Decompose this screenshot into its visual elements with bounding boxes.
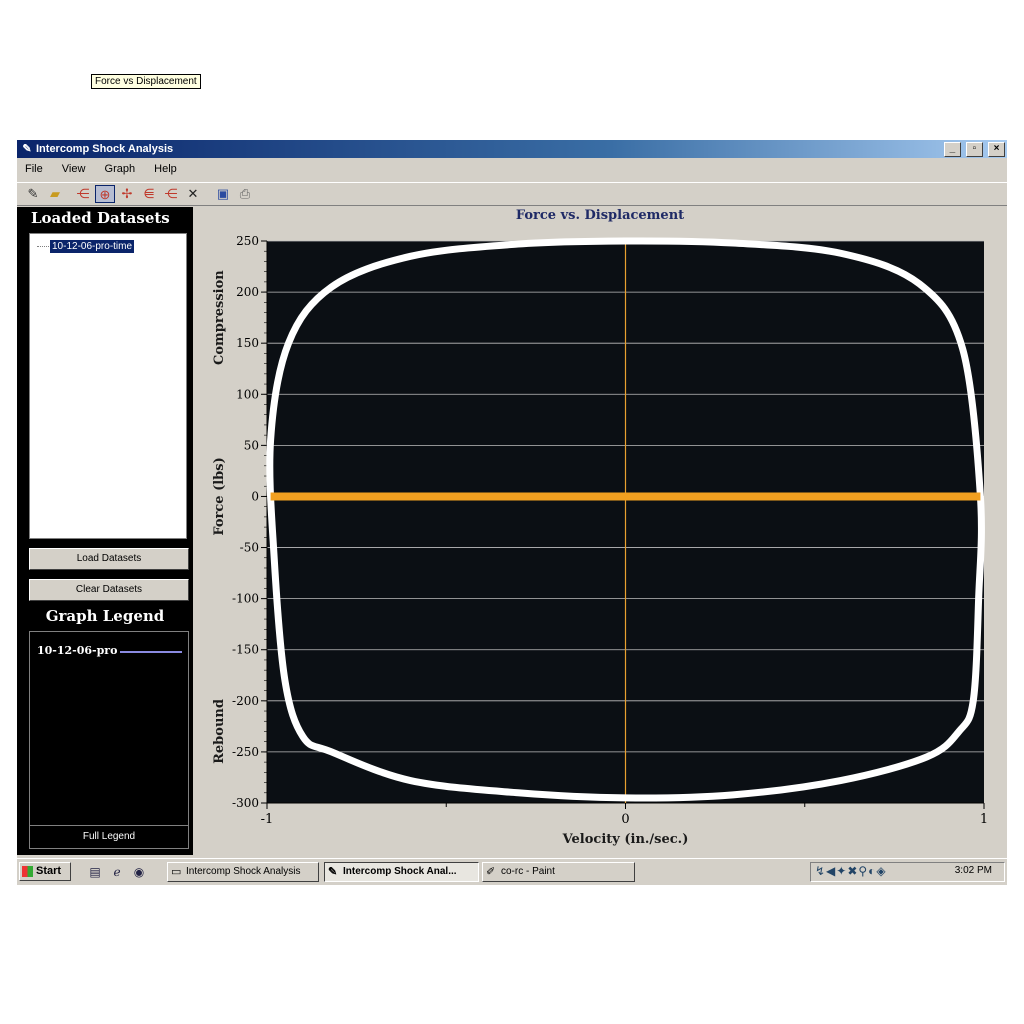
menu-graph[interactable]: Graph xyxy=(97,158,144,180)
x-tick-label: 1 xyxy=(980,812,988,827)
task-label: Intercomp Shock Analysis xyxy=(186,866,301,877)
app-wrench-icon: ✎ xyxy=(22,143,32,155)
taskbar-item-app[interactable]: ✎ Intercomp Shock Anal... xyxy=(324,862,479,882)
task-label: co-rc - Paint xyxy=(501,866,555,877)
taskbar-item-folder[interactable]: ▭ Intercomp Shock Analysis xyxy=(167,862,319,882)
y-tick-label: 50 xyxy=(244,438,259,452)
taskbar: Start ▤ ℯ ◉ ▭ Intercomp Shock Analysis ✎… xyxy=(17,858,1007,884)
print-icon[interactable]: ⎙ xyxy=(235,185,255,203)
menu-file[interactable]: File xyxy=(17,158,51,180)
y-tick-label: 0 xyxy=(251,489,259,503)
delete-icon[interactable]: ✕ xyxy=(183,185,203,203)
x-tick-label: 0 xyxy=(621,812,629,827)
title-bar: ✎ Intercomp Shock Analysis _ ▫ × xyxy=(17,140,1007,158)
windows-logo-icon xyxy=(22,866,33,877)
graph-legend-title: Graph Legend xyxy=(45,607,165,625)
app-window: ✎ Intercomp Shock Analysis _ ▫ × File Vi… xyxy=(17,140,1007,885)
clear-datasets-button[interactable]: Clear Datasets xyxy=(29,579,189,601)
y-tick-label: 150 xyxy=(236,336,259,350)
compression-label: Compression xyxy=(212,270,227,365)
force-displacement-graph-icon[interactable]: ⊕ xyxy=(95,185,115,203)
menu-help[interactable]: Help xyxy=(146,158,185,180)
open-folder-icon[interactable]: ▰ xyxy=(45,185,65,203)
save-icon[interactable]: ▣ xyxy=(213,185,233,203)
wrench-icon[interactable]: ✎ xyxy=(23,185,43,203)
tree-connector xyxy=(37,246,49,247)
multi-graph-icon[interactable]: ⋹ xyxy=(139,185,159,203)
y-tick-label: -150 xyxy=(232,643,259,657)
taskbar-item-paint[interactable]: ✐ co-rc - Paint xyxy=(482,862,635,882)
window-title: Intercomp Shock Analysis xyxy=(36,143,174,155)
force-time-graph-icon[interactable]: ⋲ xyxy=(73,185,93,203)
y-tick-label: -200 xyxy=(232,694,259,708)
tray-icons[interactable]: ↯◀✦✖⚲◐◈ xyxy=(815,864,887,878)
y-tick-label: 250 xyxy=(236,234,259,248)
toolbar: ✎ ▰ ⋲ ⊕ ✢ ⋹ ⋲ ✕ ▣ ⎙ xyxy=(17,182,1007,206)
show-desktop-icon[interactable]: ▤ xyxy=(87,864,103,880)
rebound-label: Rebound xyxy=(212,699,227,764)
toolbar-tooltip: Force vs Displacement xyxy=(91,74,201,89)
paint-icon: ✐ xyxy=(486,866,496,878)
x-axis-label: Velocity (in./sec.) xyxy=(562,832,689,847)
chart-area: Force vs. Displacement 250 200 150 100 50 0 -5… xyxy=(195,207,1005,855)
internet-explorer-icon[interactable]: ℯ xyxy=(109,864,125,880)
legend-item-label: 10-12-06-pro xyxy=(37,644,118,657)
x-tick-label: -1 xyxy=(261,812,274,827)
y-tick-label: -300 xyxy=(232,796,259,810)
minimize-button[interactable]: _ xyxy=(943,142,961,157)
y-tick-label: -50 xyxy=(240,541,259,555)
close-button[interactable]: × xyxy=(988,142,1005,157)
full-legend-button[interactable]: Full Legend xyxy=(30,825,188,848)
y-tick-label: 200 xyxy=(236,285,259,299)
force-displacement-chart: 250 200 150 100 50 0 -50 -100 -150 -200 -250 -300-1… xyxy=(212,234,988,847)
dataset-list[interactable]: 10-12-06-pro-time xyxy=(29,233,187,539)
left-panel: Loaded Datasets 10-12-06-pro-time Load D… xyxy=(17,207,193,855)
loaded-datasets-title: Loaded Datasets xyxy=(31,209,170,227)
media-player-icon[interactable]: ◉ xyxy=(131,864,147,880)
legend-item-swatch xyxy=(120,651,182,653)
start-label: Start xyxy=(36,865,62,877)
y-tick-label: -250 xyxy=(232,745,259,759)
menu-view[interactable]: View xyxy=(54,158,94,180)
overlay-graph-icon[interactable]: ⋲ xyxy=(161,185,181,203)
dataset-item[interactable]: 10-12-06-pro-time xyxy=(50,240,135,253)
clock: 3:02 PM xyxy=(954,865,992,876)
start-button[interactable]: Start xyxy=(19,862,71,881)
force-velocity-graph-icon[interactable]: ✢ xyxy=(117,185,137,203)
restore-button[interactable]: ▫ xyxy=(965,142,983,157)
wrench-icon: ✎ xyxy=(328,866,338,878)
load-datasets-button[interactable]: Load Datasets xyxy=(29,548,189,570)
graph-legend: 10-12-06-pro Full Legend xyxy=(29,631,189,849)
folder-icon: ▭ xyxy=(171,866,182,878)
y-tick-label: -100 xyxy=(232,592,259,606)
y-tick-label: 100 xyxy=(236,387,259,401)
system-tray: ↯◀✦✖⚲◐◈ 3:02 PM xyxy=(810,862,1005,882)
y-axis-label: Force (lbs) xyxy=(212,457,227,535)
menu-bar: File View Graph Help xyxy=(17,158,1007,180)
task-label: Intercomp Shock Anal... xyxy=(343,866,457,877)
